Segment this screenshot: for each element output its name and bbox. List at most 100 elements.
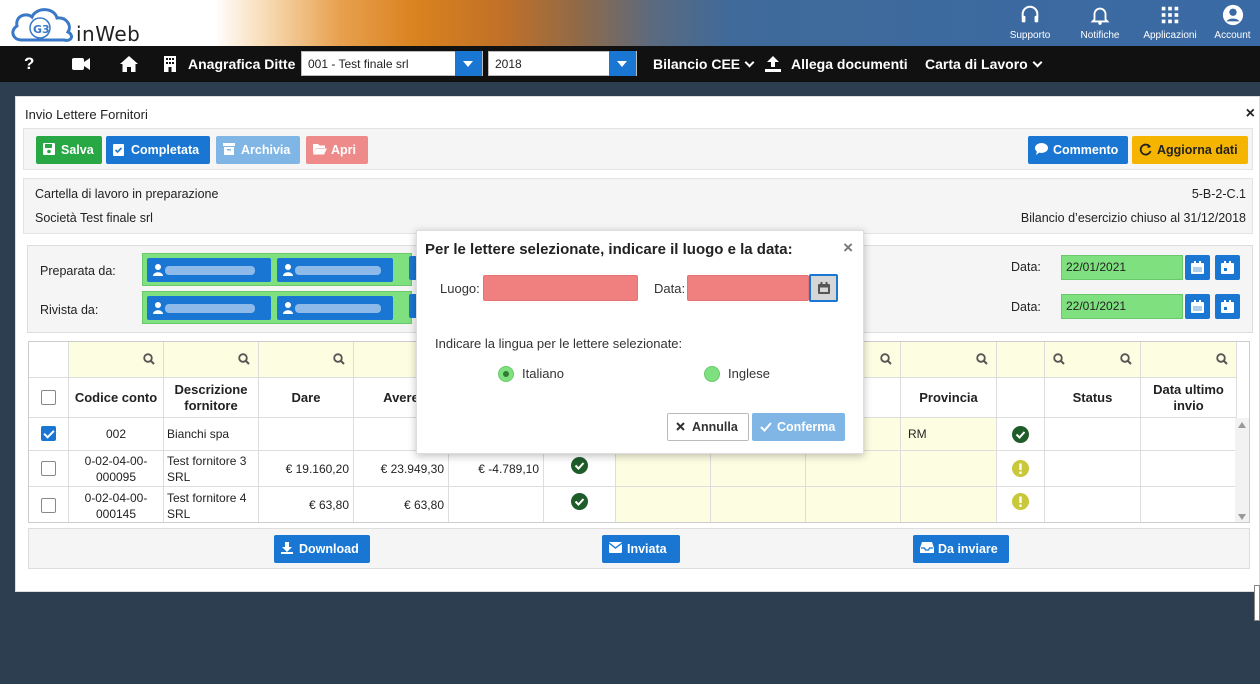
close-icon[interactable]: × bbox=[1246, 105, 1255, 123]
search-icon bbox=[976, 353, 988, 365]
inviata-button[interactable]: Inviata bbox=[602, 535, 680, 563]
header-dare[interactable]: Dare bbox=[259, 378, 354, 418]
anagrafica-ditte-link[interactable]: Anagrafica Ditte bbox=[188, 46, 295, 82]
table-scrollbar[interactable] bbox=[1235, 418, 1249, 522]
cell-flag bbox=[997, 451, 1045, 487]
header-codice[interactable]: Codice conto bbox=[69, 378, 164, 418]
inglese-label[interactable]: Inglese bbox=[728, 366, 770, 381]
calendar-button[interactable] bbox=[1185, 255, 1210, 280]
calendar-button[interactable] bbox=[1185, 294, 1210, 319]
conferma-button[interactable]: Conferma bbox=[752, 413, 845, 441]
notifications-button[interactable]: Notifiche bbox=[1065, 2, 1135, 46]
inglese-radio[interactable] bbox=[704, 366, 720, 382]
side-tab[interactable] bbox=[1254, 585, 1260, 621]
bilancio-cee-label: Bilancio CEE bbox=[653, 56, 741, 72]
home-icon[interactable] bbox=[120, 56, 138, 72]
user-chip[interactable] bbox=[147, 258, 271, 282]
cell-status bbox=[1045, 487, 1141, 522]
italiano-radio[interactable] bbox=[498, 366, 514, 382]
archivia-label: Archivia bbox=[241, 143, 291, 157]
carta-di-lavoro-menu[interactable]: Carta di Lavoro bbox=[925, 46, 1043, 82]
aggiorna-dati-button[interactable]: Aggiorna dati bbox=[1132, 136, 1248, 164]
data-input[interactable] bbox=[687, 275, 809, 301]
cell-descrizione: Bianchi spa bbox=[164, 418, 259, 451]
rivista-date-label: Data: bbox=[1011, 300, 1041, 314]
table-row[interactable] bbox=[29, 451, 69, 487]
user-chip[interactable] bbox=[147, 296, 271, 320]
rivista-date-input[interactable]: 22/01/2021 bbox=[1061, 294, 1183, 319]
cell-provincia bbox=[901, 451, 997, 487]
filter-status[interactable] bbox=[1045, 342, 1141, 378]
header-provincia[interactable]: Provincia bbox=[901, 378, 997, 418]
bilancio-cee-menu[interactable]: Bilancio CEE bbox=[653, 46, 755, 82]
luogo-input[interactable] bbox=[483, 275, 638, 301]
filter-provincia[interactable] bbox=[901, 342, 997, 378]
close-icon[interactable]: × bbox=[843, 238, 853, 258]
chevron-down-icon[interactable] bbox=[609, 51, 636, 76]
header-status[interactable]: Status bbox=[1045, 378, 1141, 418]
account-button[interactable]: Account bbox=[1205, 2, 1260, 46]
save-button[interactable]: Salva bbox=[36, 136, 102, 164]
cell-saldo bbox=[449, 487, 544, 522]
applications-button[interactable]: Applicazioni bbox=[1135, 2, 1205, 46]
cell-check bbox=[544, 487, 616, 522]
row-checkbox[interactable] bbox=[41, 498, 56, 513]
inbox-icon bbox=[920, 542, 934, 553]
calendar-today-button[interactable] bbox=[1215, 294, 1240, 319]
year-select[interactable]: 2018 bbox=[488, 51, 637, 76]
annulla-button[interactable]: Annulla bbox=[667, 413, 749, 441]
filter-data-ultimo[interactable] bbox=[1141, 342, 1237, 378]
completata-button[interactable]: Completata bbox=[106, 136, 210, 164]
header-flag bbox=[997, 378, 1045, 418]
da-inviare-button[interactable]: Da inviare bbox=[913, 535, 1009, 563]
rivista-users[interactable] bbox=[142, 291, 412, 324]
archive-icon bbox=[223, 143, 235, 155]
row-checkbox[interactable] bbox=[41, 461, 56, 476]
preparata-users[interactable] bbox=[142, 253, 412, 286]
commento-button[interactable]: Commento bbox=[1028, 136, 1128, 164]
calendar-today-button[interactable] bbox=[1215, 255, 1240, 280]
cell-check bbox=[544, 451, 616, 487]
data-label: Data: bbox=[654, 281, 686, 296]
row-checkbox[interactable] bbox=[41, 426, 56, 441]
chevron-down-icon bbox=[1032, 57, 1043, 68]
cell-data-ultimo bbox=[1141, 451, 1237, 487]
ditta-select[interactable]: 001 - Test finale srl bbox=[301, 51, 483, 76]
filter-descrizione[interactable] bbox=[164, 342, 259, 378]
filter-codice[interactable] bbox=[69, 342, 164, 378]
account-label: Account bbox=[1214, 30, 1251, 41]
italiano-label[interactable]: Italiano bbox=[522, 366, 564, 381]
dialog-title: Per le lettere selezionate, indicare il … bbox=[425, 241, 793, 258]
apri-label: Apri bbox=[331, 143, 356, 157]
help-button[interactable]: ? bbox=[24, 46, 34, 82]
archivia-button[interactable]: Archivia bbox=[216, 136, 300, 164]
cell-comune bbox=[806, 451, 901, 487]
aggiorna-dati-label: Aggiorna dati bbox=[1157, 143, 1238, 157]
cell-flag bbox=[997, 418, 1045, 451]
preparata-date-input[interactable]: 22/01/2021 bbox=[1061, 255, 1183, 280]
user-chip[interactable] bbox=[277, 258, 393, 282]
table-row[interactable] bbox=[29, 418, 69, 451]
header-descrizione[interactable]: Descrizione fornitore bbox=[164, 378, 259, 418]
cell-indirizzo bbox=[616, 451, 711, 487]
video-camera-icon[interactable] bbox=[72, 57, 90, 71]
header-data-ultimo[interactable]: Data ultimo invio bbox=[1141, 378, 1237, 418]
select-all-checkbox[interactable] bbox=[41, 390, 56, 405]
apri-button[interactable]: Apri bbox=[306, 136, 368, 164]
user-chip[interactable] bbox=[277, 296, 393, 320]
filter-dare[interactable] bbox=[259, 342, 354, 378]
conferma-label: Conferma bbox=[777, 420, 836, 434]
download-button[interactable]: Download bbox=[274, 535, 370, 563]
scroll-up-icon[interactable] bbox=[1238, 422, 1246, 428]
date-picker-button[interactable] bbox=[809, 274, 838, 302]
company-name: Società Test finale srl bbox=[35, 211, 153, 225]
chevron-down-icon[interactable] bbox=[455, 51, 482, 76]
comment-icon bbox=[1035, 143, 1048, 155]
table-row[interactable] bbox=[29, 487, 69, 522]
download-icon bbox=[281, 542, 293, 554]
allega-documenti-link[interactable]: Allega documenti bbox=[791, 46, 908, 82]
scroll-down-icon[interactable] bbox=[1238, 514, 1246, 520]
logo-letters: G3 bbox=[33, 23, 50, 36]
completata-label: Completata bbox=[131, 143, 200, 157]
support-button[interactable]: Supporto bbox=[995, 2, 1065, 46]
